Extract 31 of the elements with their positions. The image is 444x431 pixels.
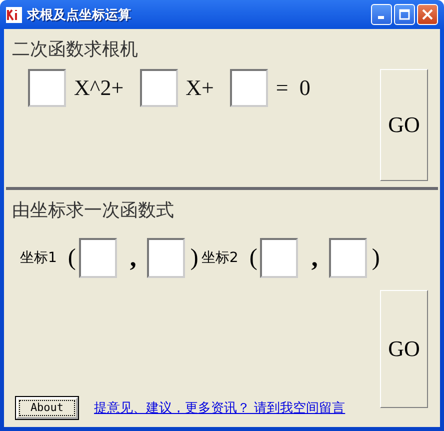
maximize-icon [399,9,410,20]
equation-text: X^2+ [74,75,124,101]
parenthesis: ) [372,244,380,272]
input-field[interactable] [230,69,268,107]
input-field[interactable] [78,238,117,278]
section-heading: 二次函数求根机 [12,38,138,61]
close-button[interactable] [417,4,438,25]
go-button[interactable]: GO [380,69,428,181]
parenthesis: ) [190,244,198,272]
parenthesis: ( [249,244,258,272]
app-icon [6,6,22,22]
input-field[interactable] [28,69,66,107]
close-icon [422,9,433,20]
window-title: 求根及点坐标运算 [27,6,132,24]
parenthesis: ( [68,244,76,272]
coordinate-label: 坐标2 [201,249,238,267]
feedback-link[interactable]: 提意见、建议，更多资讯？ 请到我空间留言 [94,399,346,417]
input-field[interactable] [140,69,178,107]
input-field[interactable] [260,238,298,278]
equation-text: = 0 [276,75,310,101]
input-field[interactable] [328,238,367,278]
comma: , [311,243,318,273]
section-heading: 由坐标求一次函数式 [12,199,174,222]
comma: , [130,243,136,273]
input-field[interactable] [147,238,186,278]
coordinate-label: 坐标1 [20,249,57,267]
equation-text: X+ [186,75,214,101]
minimize-button[interactable] [371,4,392,25]
go-button[interactable]: GO [380,290,428,408]
maximize-button[interactable] [394,4,415,25]
about-button[interactable]: About [16,397,78,419]
